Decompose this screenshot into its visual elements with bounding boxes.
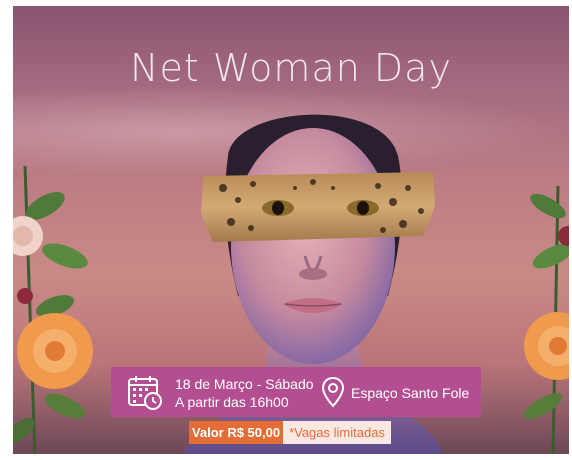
price-badge: Valor R$ 50,00 (189, 421, 283, 444)
event-info-box: 18 de Março - Sábado A partir das 16h00 … (111, 367, 481, 417)
poster-title: Net Woman Day (130, 46, 452, 90)
event-poster: Net Woman Day 18 de Março - Sábado A par… (13, 6, 569, 454)
flowers-left-decoration (13, 165, 95, 454)
limited-spots-note: *Vagas limitadas (283, 421, 391, 444)
event-date: 18 de Março - Sábado (175, 376, 314, 392)
event-time: A partir das 16h00 (175, 394, 289, 410)
flowers-right-decoration (513, 185, 569, 454)
location-pin-icon (321, 376, 345, 408)
calendar-clock-icon (127, 374, 163, 410)
event-venue: Espaço Santo Fole (351, 385, 470, 401)
